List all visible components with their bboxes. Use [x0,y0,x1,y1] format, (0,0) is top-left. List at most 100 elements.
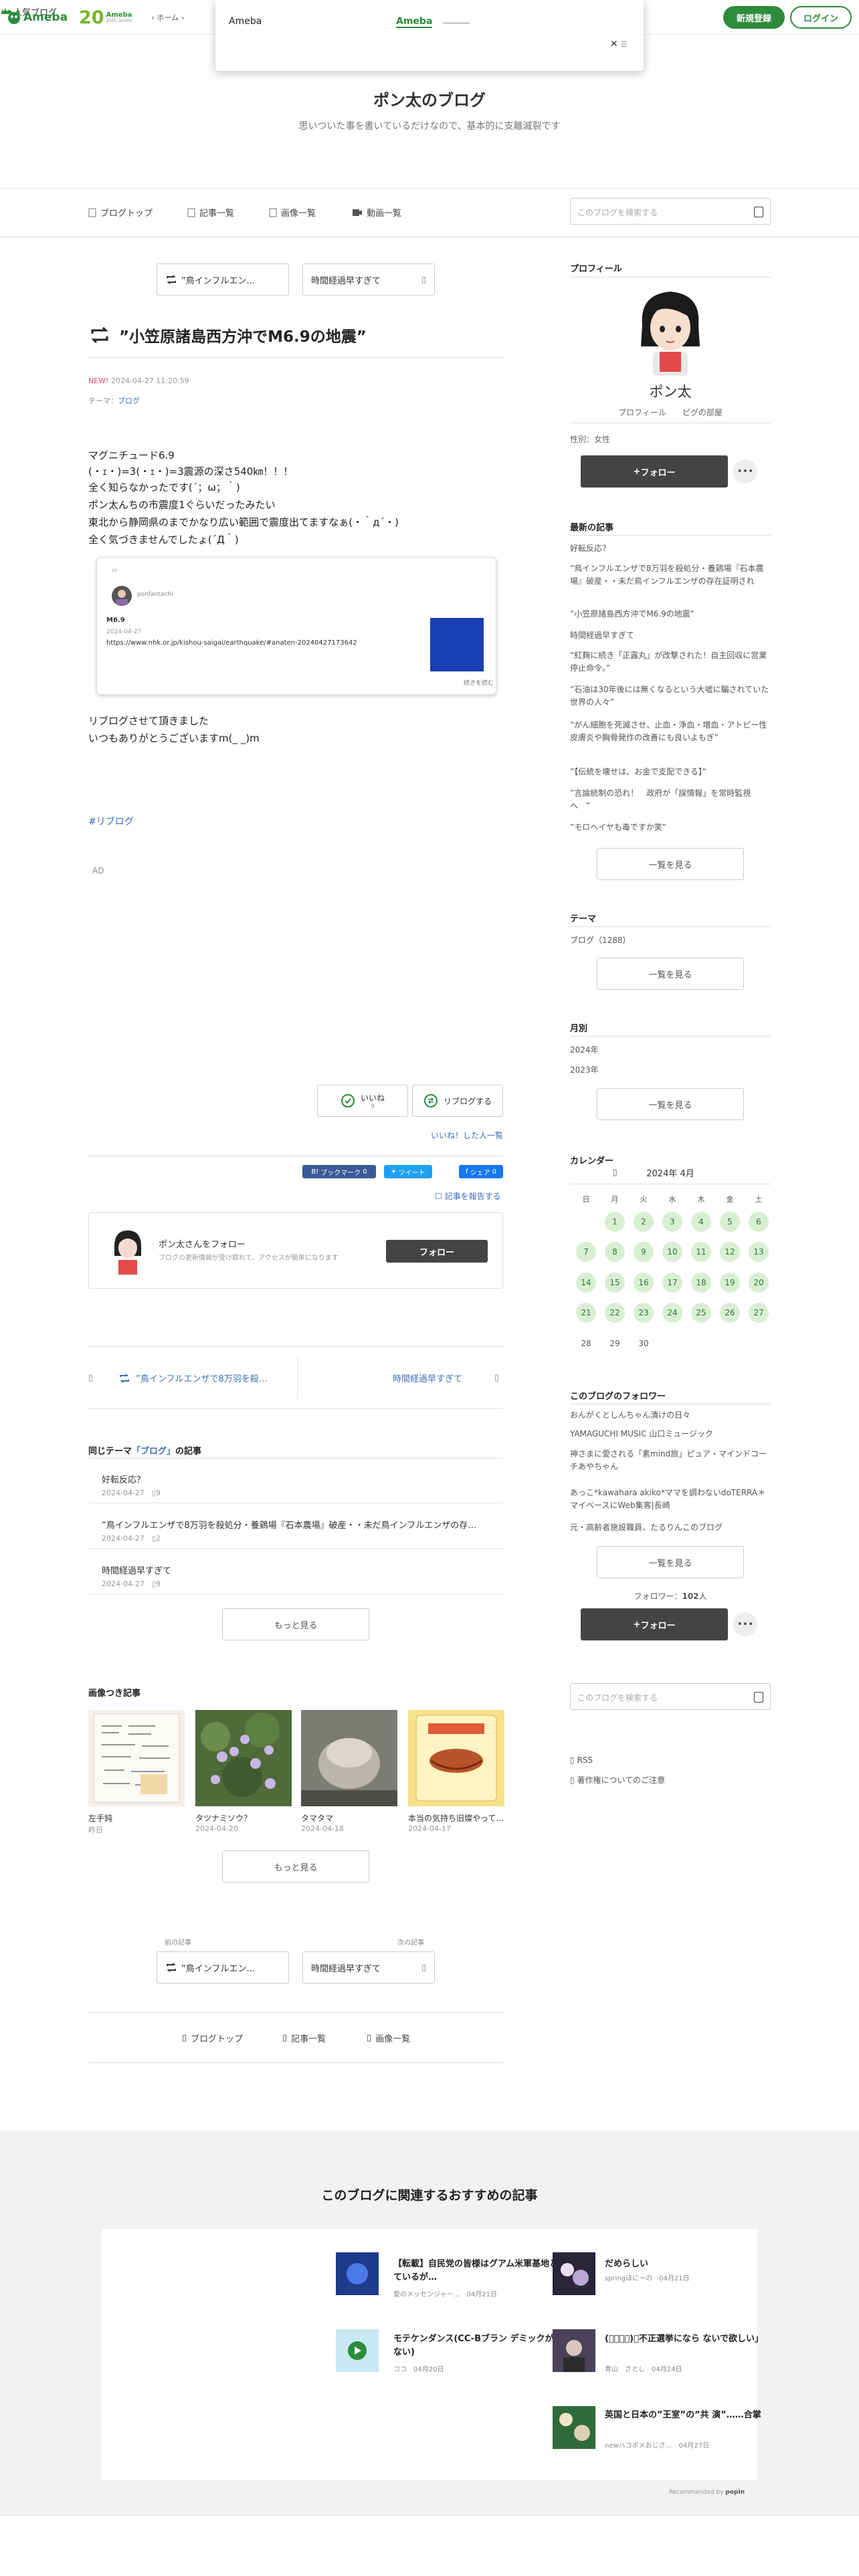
next-entry-button[interactable]: 時間経過早すぎて ▯ [302,1951,435,1983]
follower-link[interactable]: あっこ*kawahara akiko*ママを調わないdoTERRA＊マイベースに… [570,1487,771,1512]
calendar-day[interactable]: 7 [576,1242,596,1262]
popin-logo[interactable]: popIn [725,2489,745,2496]
calendar-day[interactable]: 20 [749,1273,769,1293]
calendar-day[interactable]: 26 [720,1303,740,1323]
list-item[interactable]: 時間経過早すぎて 2024-04-27 ▯9 [88,1549,503,1594]
image-article-caption[interactable]: 本当の気持ち旧燦やって… [408,1812,506,1824]
calendar-day[interactable]: 1 [605,1212,625,1232]
copyright-notice-link[interactable]: ▯ 著作権についてのご注意 [570,1774,665,1786]
recommended-title[interactable]: 英国と日本の”王室”の”共 演”……合掌 [605,2409,792,2422]
month-link[interactable]: 2023年 [570,1064,599,1075]
calendar-day[interactable]: 3 [662,1212,682,1232]
bottom-nav-image-list[interactable]: ▯ 画像一覧 [367,2032,410,2044]
more-options-button[interactable]: ••• [733,459,757,484]
prev-entry-button[interactable]: ”鳥インフルエン… [157,263,289,296]
rss-link[interactable]: ▯ RSS [570,1755,593,1765]
recommended-title[interactable]: (ﾟーﾟ；)「不正選挙になら ないで欲しい」 [605,2333,792,2346]
signup-button[interactable]: 新規登録 [723,6,785,29]
calendar-day[interactable]: 19 [720,1273,740,1293]
bottom-nav-blog-top[interactable]: ▯ ブログトップ [182,2032,243,2044]
follower-link[interactable]: YAMAGUCHI MUSIC 山口ミュージック [570,1428,771,1440]
recent-article-link[interactable]: ”小笠原諸島西方沖でM6.9の地震” [570,608,771,621]
popup-close-button[interactable]: ✕ ☰ [610,39,628,49]
list-item[interactable]: 好転反応？ 2024-04-27 ▯9 [88,1458,503,1503]
recent-article-link[interactable]: ”石油は30年後には無くなるという大嘘に騙されていた世界の人々” [570,683,771,709]
recommended-thumb[interactable] [553,2252,595,2295]
recent-article-link[interactable]: 時間経過早すぎて [570,629,771,642]
profile-link[interactable]: プロフィール [618,408,666,417]
recommended-thumb[interactable] [553,2406,595,2449]
more-options-button[interactable]: ••• [733,1612,757,1636]
sidebar-follow-button[interactable]: + フォロー [581,1608,728,1640]
recent-article-link[interactable]: ”鳥インフルエンザで8万羽を殺処分・養鶏場『石本農場』破産・・未だ鳥インフルエン… [570,562,771,588]
login-button[interactable]: ログイン [790,6,852,29]
list-item[interactable]: ”鳥インフルエンザで8万羽を殺処分・養鶏場『石本農場』破産・・未だ鳥インフルエン… [88,1503,503,1549]
calendar-day[interactable]: 12 [720,1242,740,1262]
reblog-embed-card[interactable]: ▭ ponfantachi M6.9 2024-04-27 https://ww… [96,557,496,695]
image-article-thumb[interactable] [195,1710,292,1806]
follower-link[interactable]: 元・高齢者施設職員、たるりんこのブログ [570,1521,771,1534]
entry-theme-link[interactable]: ブログ [118,397,140,405]
blog-title[interactable]: ポン太のブログ [0,87,859,110]
next-entry-button[interactable]: 時間経過早すぎて ▯ [302,263,435,296]
bookmark-button[interactable]: B! ブックマーク 0 [302,1165,376,1178]
image-article-thumb[interactable] [88,1710,185,1806]
recent-article-link[interactable]: ”【伝統を壊せは、お金で支配できる】” [570,766,771,778]
calendar-day[interactable]: 5 [720,1212,740,1232]
follower-link[interactable]: おんがくとしんちゃん漬けの日々 [570,1409,771,1422]
calendar-day[interactable]: 8 [605,1242,625,1262]
embed-more-link[interactable]: 続きを読む [464,678,494,687]
calendar-day[interactable]: 14 [576,1273,596,1293]
ameba-logo[interactable]: Ameba [7,8,68,27]
theme-see-all-button[interactable]: 一覧を見る [597,958,744,990]
calendar-day[interactable]: 27 [749,1303,769,1323]
nav-image-list[interactable]: 画像一覧 [269,206,316,219]
calendar-day[interactable]: 6 [749,1212,769,1232]
recent-see-all-button[interactable]: 一覧を見る [597,848,744,880]
monthly-see-all-button[interactable]: 一覧を見る [597,1088,744,1120]
recent-article-link[interactable]: ”がん細胞を死滅させ、止血・浄血・増血・アトピー性皮膚炎や胸骨発作の改善にも良い… [570,719,771,744]
blog-search-input[interactable]: このブログを検索する [570,198,771,225]
calendar-day[interactable]: 17 [662,1273,682,1293]
same-theme-link[interactable]: 「ブログ」 [132,1446,175,1457]
pager-next-link[interactable]: 時間経過早すぎて ▯ [393,1372,499,1384]
anniversary-logo[interactable]: 20 Ameba 20th Anniv. [79,6,132,29]
calendar-day[interactable]: 2 [634,1212,654,1232]
calendar-day[interactable]: 15 [605,1273,625,1293]
calendar-day[interactable]: 22 [605,1303,625,1323]
search-icon[interactable] [754,1692,763,1703]
prev-entry-button[interactable]: ”鳥インフルエン… [157,1951,289,1983]
sidebar-search-input[interactable]: このブログを検索する [570,1683,771,1710]
image-article-caption[interactable]: タツナミソウ？ [195,1812,293,1824]
calendar-day[interactable]: 18 [691,1273,711,1293]
calendar-day[interactable]: 25 [691,1303,711,1323]
like-button[interactable]: いいね 9 [317,1085,408,1117]
tweet-button[interactable]: ✦ ツイート [384,1165,432,1178]
calendar-day[interactable]: 23 [634,1303,654,1323]
image-article-thumb[interactable] [301,1710,397,1806]
sidebar-follow-button[interactable]: + フォロー [581,455,728,488]
theme-item-link[interactable]: ブログ（1288） [570,934,631,946]
nav-article-list[interactable]: 記事一覧 [187,206,234,219]
facebook-share-button[interactable]: f シェア 0 [459,1165,503,1178]
image-articles-more-button[interactable]: もっと見る [222,1850,369,1883]
calendar-day[interactable]: 11 [691,1242,711,1262]
reblog-button[interactable]: リブログする [412,1085,503,1117]
profile-avatar[interactable] [630,282,710,376]
report-link[interactable]: ☐ 記事を報告する [435,1190,501,1202]
month-link[interactable]: 2024年 [570,1044,599,1055]
recent-article-link[interactable]: 好転反応？ [570,542,771,555]
recommended-title[interactable]: だめらしい [605,2258,792,2271]
calendar-day[interactable]: 10 [662,1242,682,1262]
recommended-thumb[interactable] [336,2252,379,2295]
search-icon[interactable] [754,207,763,217]
nav-video-list[interactable]: 動画一覧 [352,206,401,219]
same-theme-more-button[interactable]: もっと見る [222,1608,369,1640]
image-article-caption[interactable]: 左手鈍 [88,1812,186,1824]
popup-link[interactable]: Ameba [396,16,433,28]
embed-url[interactable]: https://www.nhk.or.jp/kishou-saigai/eart… [106,639,357,647]
recommended-thumb[interactable] [336,2329,379,2372]
image-article-thumb[interactable] [408,1710,504,1806]
follow-button[interactable]: フォロー [386,1240,488,1263]
bottom-nav-article-list[interactable]: ▯ 記事一覧 [282,2032,326,2044]
